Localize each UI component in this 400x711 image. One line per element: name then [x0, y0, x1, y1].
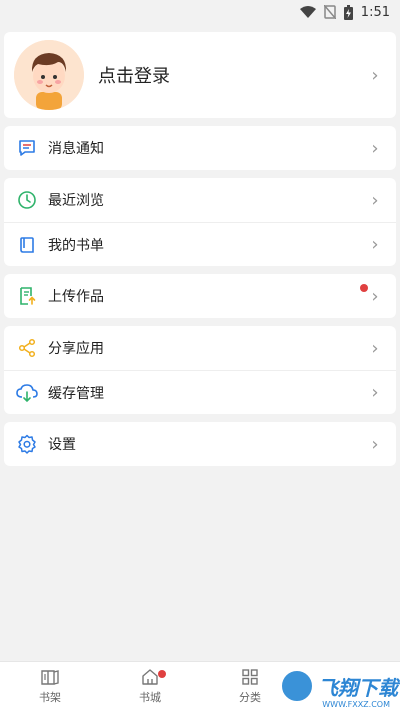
notification-dot	[158, 670, 166, 678]
status-time: 1:51	[360, 4, 390, 20]
status-bar: 1:51	[0, 0, 400, 24]
menu-item-recent[interactable]: 最近浏览 ›	[4, 178, 396, 222]
notification-dot	[360, 284, 368, 292]
no-sim-icon	[323, 5, 336, 19]
menu-group-settings: 设置 ›	[4, 422, 396, 466]
bookshelf-icon	[41, 670, 59, 685]
menu-group-notifications: 消息通知 ›	[4, 126, 396, 170]
grid-icon	[242, 669, 258, 685]
menu-group-browsing: 最近浏览 › 我的书单 ›	[4, 178, 396, 266]
wifi-icon	[299, 6, 316, 18]
chevron-right-icon: ›	[371, 189, 379, 211]
chevron-right-icon: ›	[371, 337, 379, 359]
menu-group-app: 分享应用 › 缓存管理 ›	[4, 326, 396, 414]
menu-label: 最近浏览	[48, 193, 104, 209]
tab-bookstore[interactable]: 书城	[100, 662, 200, 711]
menu-label: 我的书单	[48, 237, 104, 254]
gear-icon	[16, 433, 38, 455]
login-label: 点击登录	[98, 66, 170, 87]
chevron-right-icon: ›	[371, 137, 379, 159]
watermark-logo-icon	[280, 669, 314, 703]
watermark-url: WWW.FXXZ.COM	[322, 700, 390, 709]
menu-item-notifications[interactable]: 消息通知 ›	[4, 126, 396, 170]
message-icon	[16, 137, 38, 159]
chevron-right-icon: ›	[371, 234, 379, 255]
chevron-right-icon: ›	[371, 64, 379, 86]
menu-group-upload: 上传作品 ›	[4, 274, 396, 318]
watermark: 飞翔下载 WWW.FXXZ.COM	[280, 663, 398, 709]
menu-label: 缓存管理	[48, 385, 104, 402]
menu-item-cache[interactable]: 缓存管理 ›	[4, 370, 396, 414]
clock-icon	[16, 189, 38, 211]
tab-label: 书城	[139, 691, 161, 704]
menu-item-settings[interactable]: 设置 ›	[4, 422, 396, 466]
login-card[interactable]: 点击登录 ›	[4, 32, 396, 118]
menu-label: 消息通知	[48, 141, 104, 157]
menu-item-share[interactable]: 分享应用 ›	[4, 326, 396, 370]
menu-item-upload[interactable]: 上传作品 ›	[4, 274, 396, 318]
tab-label: 分类	[239, 691, 261, 704]
watermark-text: 飞翔下载	[318, 675, 398, 700]
menu-item-booklist[interactable]: 我的书单 ›	[4, 222, 396, 266]
avatar	[14, 40, 84, 110]
tab-bookshelf[interactable]: 书架	[0, 662, 100, 711]
tab-label: 书架	[39, 691, 61, 704]
battery-icon	[343, 4, 353, 20]
home-icon	[142, 669, 158, 685]
menu-label: 设置	[48, 437, 76, 453]
share-icon	[16, 337, 38, 359]
chevron-right-icon: ›	[371, 433, 379, 455]
menu-label: 分享应用	[48, 341, 104, 357]
book-list-icon	[16, 234, 38, 256]
chevron-right-icon: ›	[371, 382, 379, 403]
chevron-right-icon: ›	[371, 285, 379, 307]
upload-icon	[16, 285, 38, 307]
cloud-download-icon	[16, 382, 38, 404]
menu-label: 上传作品	[48, 289, 104, 305]
